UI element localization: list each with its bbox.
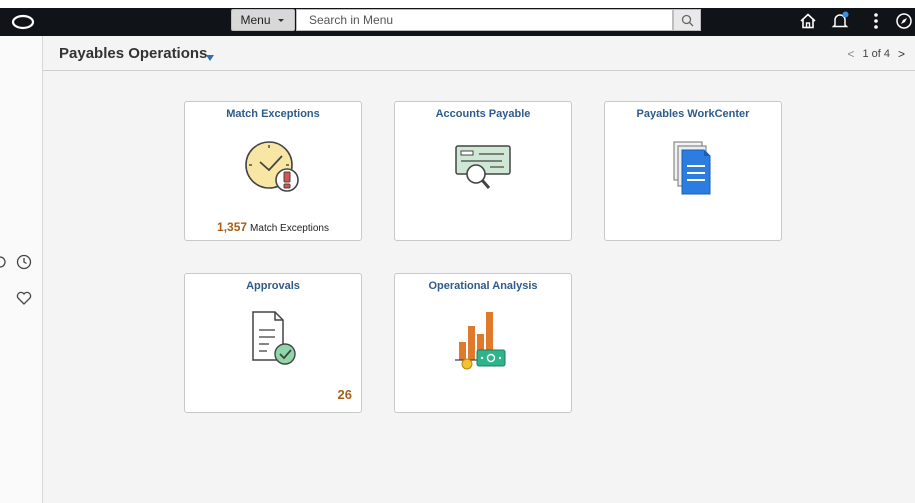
menu-button[interactable]: Menu <box>231 9 295 31</box>
window-strip <box>0 0 915 8</box>
heart-icon[interactable] <box>14 288 34 308</box>
check-magnifier-icon <box>452 142 514 203</box>
page-title[interactable]: Payables Operations <box>59 45 207 62</box>
tile-match-exceptions[interactable]: Match Exceptions 1,357 Match Exceptions <box>184 101 362 241</box>
previous-page-icon[interactable]: < <box>847 47 854 61</box>
compass-icon[interactable] <box>893 11 915 31</box>
match-exceptions-count: 1,357 Match Exceptions <box>185 220 361 234</box>
next-page-icon[interactable]: > <box>898 47 905 61</box>
bar-chart-money-icon <box>453 308 513 375</box>
left-sidebar <box>0 36 43 503</box>
chevron-down-icon <box>277 19 284 22</box>
home-icon[interactable] <box>797 11 819 31</box>
tile-approvals[interactable]: Approvals 26 <box>184 273 362 413</box>
pager-text: 1 of 4 <box>862 48 890 60</box>
title-dropdown-icon[interactable] <box>205 49 215 67</box>
tile-title: Payables WorkCenter <box>636 108 750 120</box>
homepage-pager: < 1 of 4 > <box>847 47 905 61</box>
clock-alert-icon <box>242 138 304 201</box>
document-stack-icon <box>668 138 718 203</box>
logo-icon[interactable] <box>0 8 45 36</box>
search-button[interactable] <box>673 9 701 31</box>
tile-title: Accounts Payable <box>435 108 531 120</box>
document-check-icon <box>245 308 301 373</box>
tile-title: Match Exceptions <box>226 108 320 120</box>
tile-payables-workcenter[interactable]: Payables WorkCenter <box>604 101 782 241</box>
search-input[interactable]: Search in Menu <box>296 9 673 31</box>
approvals-count-badge: 26 <box>337 387 352 402</box>
tile-accounts-payable[interactable]: Accounts Payable <box>394 101 572 241</box>
menu-button-label: Menu <box>240 13 271 27</box>
page-header: Payables Operations < 1 of 4 > <box>43 36 915 71</box>
count-number: 1,357 <box>217 220 248 234</box>
kebab-menu-icon[interactable] <box>865 11 887 31</box>
collapsed-panel-tab[interactable] <box>0 252 8 272</box>
bell-icon[interactable] <box>829 11 851 31</box>
history-icon[interactable] <box>14 252 34 272</box>
search-placeholder: Search in Menu <box>309 13 394 27</box>
tile-title: Operational Analysis <box>428 280 538 292</box>
tile-operational-analysis[interactable]: Operational Analysis <box>394 273 572 413</box>
top-navigation-bar: Menu Search in Menu <box>0 0 915 36</box>
count-label: Match Exceptions <box>250 223 329 234</box>
tile-title: Approvals <box>246 280 300 292</box>
search-icon <box>681 14 693 26</box>
